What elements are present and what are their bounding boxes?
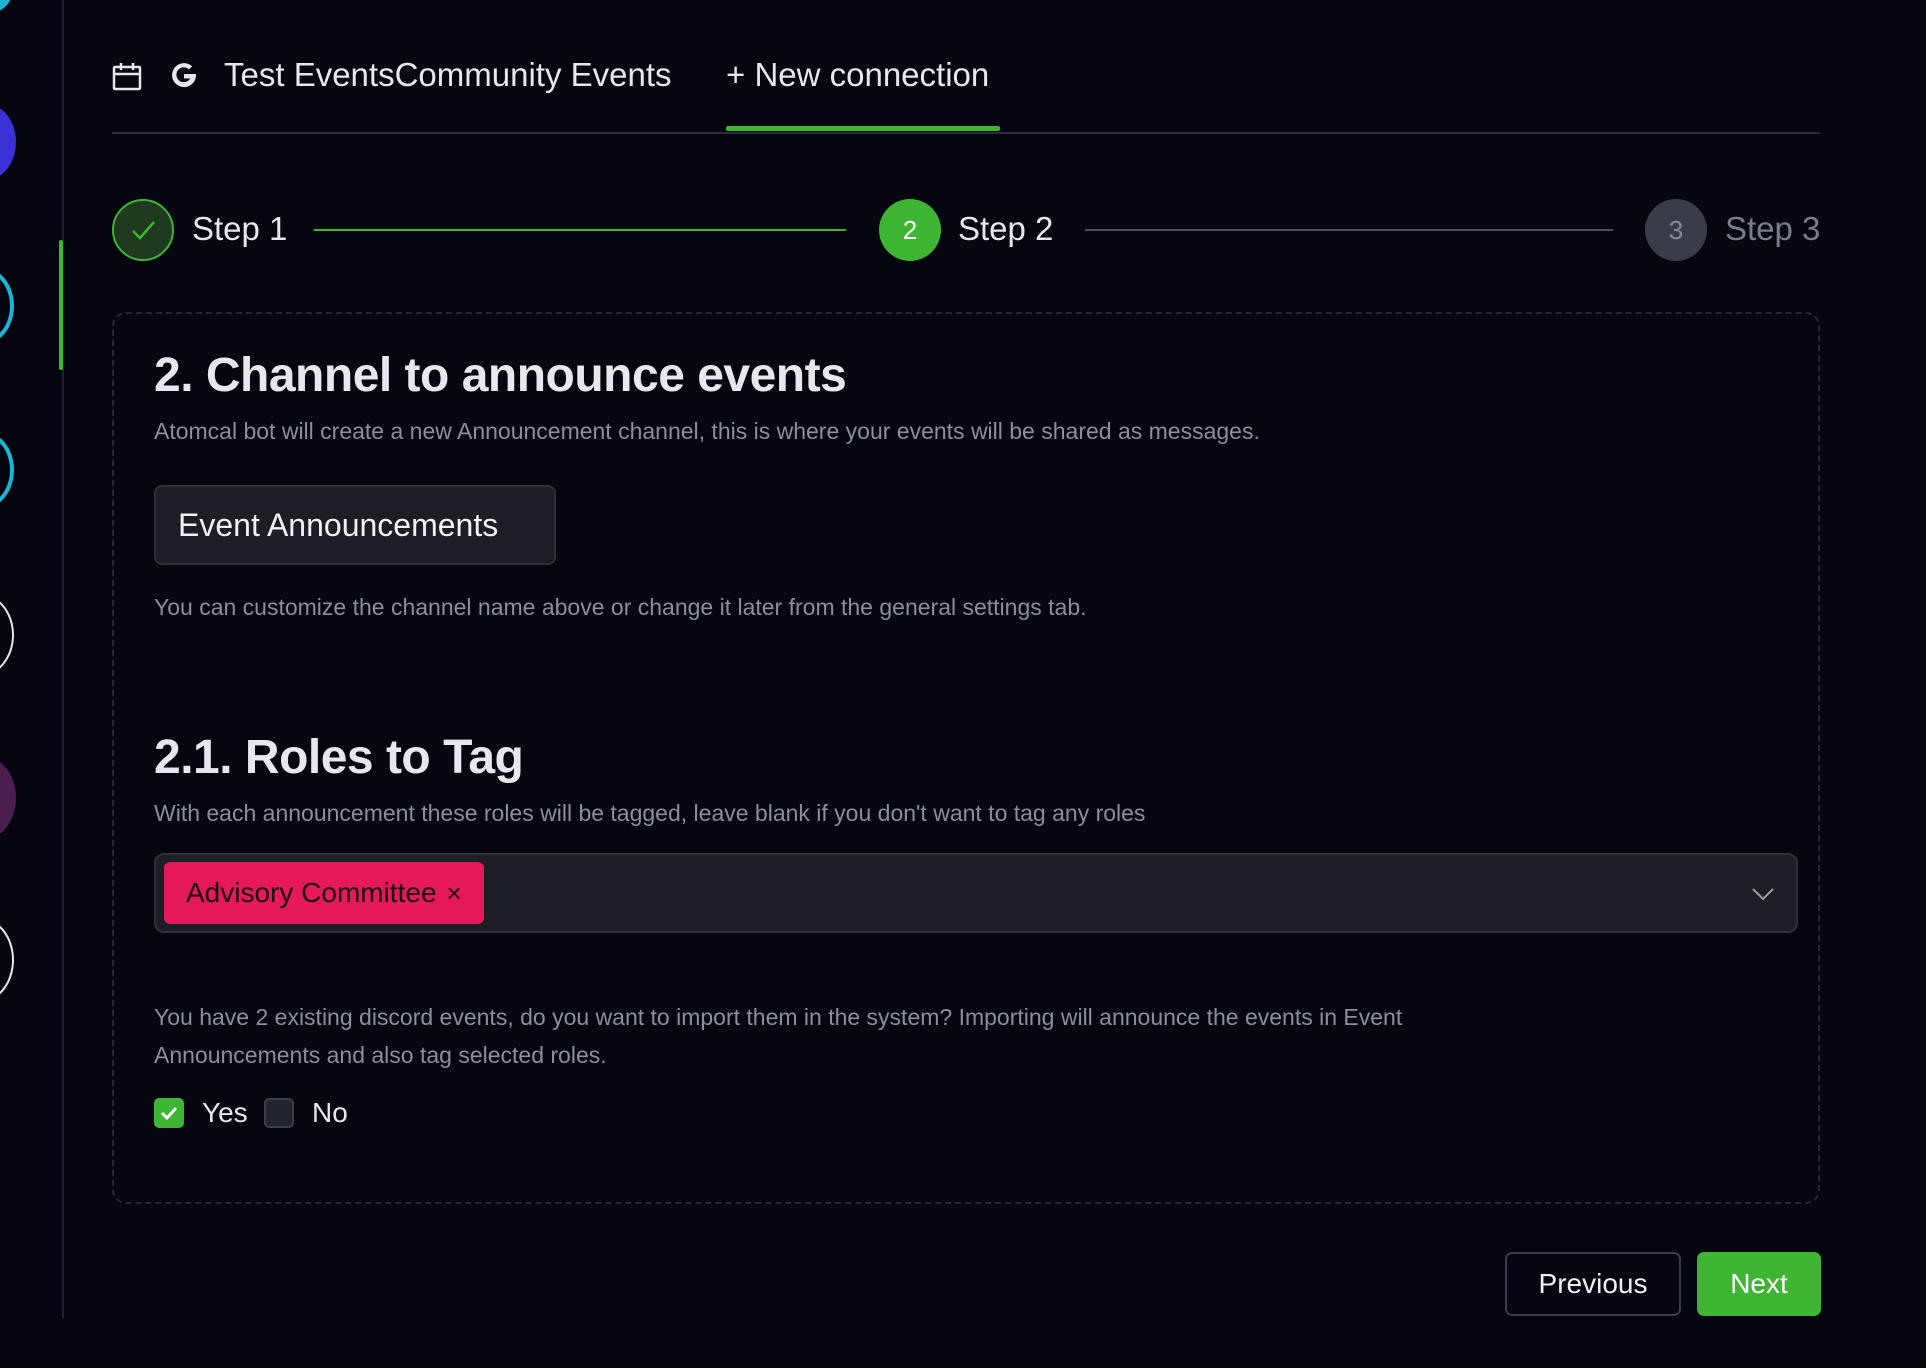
channel-name-input[interactable] [154,485,556,565]
import-events-prompt: You have 2 existing discord events, do y… [154,1004,1403,1068]
check-icon [132,221,155,240]
previous-button[interactable]: Previous [1505,1252,1681,1316]
tab-new-connection[interactable]: + New connection [726,56,989,94]
step-2-label: Step 2 [958,210,1054,247]
import-no-checkbox[interactable] [264,1098,294,1128]
server-avatar-3[interactable] [0,268,14,344]
import-yes-checkbox[interactable] [154,1098,184,1128]
roles-section-title: 2.1. Roles to Tag [154,731,524,784]
calendar-icon [112,63,142,91]
roles-multiselect[interactable]: Advisory Committee × [154,853,1798,933]
google-icon [172,63,196,88]
step-1-complete-indicator [112,199,174,261]
import-yes-label[interactable]: Yes [202,1097,248,1129]
tab-connection-title[interactable]: Test EventsCommunity Events [224,56,672,94]
import-no-label[interactable]: No [312,1097,348,1129]
step-3-indicator: 3 [1645,199,1707,261]
step-2-indicator: 2 [879,199,941,261]
role-tag-advisory-committee: Advisory Committee × [164,862,484,924]
step-3-label: Step 3 [1725,210,1821,247]
close-icon[interactable]: × [447,878,462,909]
check-icon [160,1106,178,1121]
server-avatar-4[interactable] [0,432,14,508]
step-1-label: Step 1 [192,210,288,247]
server-avatar-5[interactable] [0,594,14,676]
step-connector-2 [1085,229,1613,231]
server-avatar-6[interactable] [0,756,16,840]
server-rail [0,0,64,1318]
channel-name-hint: You can customize the channel name above… [154,594,1087,620]
active-server-indicator [59,240,63,370]
server-avatar-7[interactable] [0,918,14,1002]
connection-tabs: Test EventsCommunity Events + New connec… [112,48,1820,134]
channel-section-description: Atomcal bot will create a new Announceme… [154,418,1260,444]
roles-section-description: With each announcement these roles will … [154,800,1146,826]
next-button[interactable]: Next [1697,1252,1821,1316]
role-tag-label: Advisory Committee [186,877,437,908]
server-avatar-1[interactable] [0,0,12,14]
chevron-down-icon[interactable] [1748,879,1778,909]
step-connector-1 [314,229,846,231]
server-avatar-2[interactable] [0,104,16,180]
channel-section-title: 2. Channel to announce events [154,349,847,402]
active-tab-underline [726,126,1000,131]
